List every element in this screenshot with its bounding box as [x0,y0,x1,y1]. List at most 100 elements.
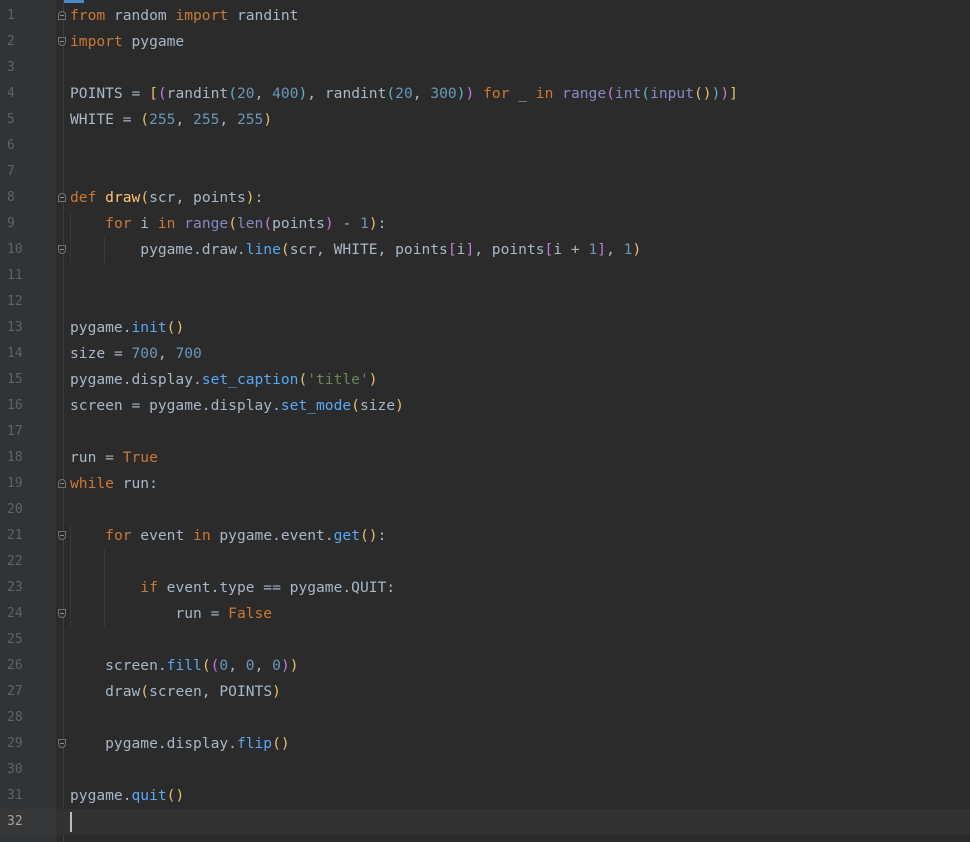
code-text[interactable]: pygame.quit() [70,783,184,809]
code-text[interactable]: run = False [70,601,272,627]
code-line[interactable]: 8 def draw(scr, points): [0,185,970,211]
code-token: ) [395,397,404,414]
code-token: ( [228,85,237,102]
code-line[interactable]: 2 import pygame [0,29,970,55]
code-line[interactable]: 29 pygame.display.flip() [0,731,970,757]
code-token: ) [465,85,475,102]
code-text[interactable]: pygame.draw.line(scr, WHITE, points[i], … [70,237,641,263]
code-line[interactable]: 13 pygame.init() [0,315,970,341]
line-number-cell: 29 [0,731,56,757]
code-token: event.type == pygame.QUIT: [157,579,396,596]
code-line[interactable]: 1 from random import randint [0,3,970,29]
line-number-cell: 17 [0,419,56,445]
code-line[interactable]: 27 draw(screen, POINTS) [0,679,970,705]
line-number-cell: 12 [0,289,56,315]
fold-end-icon[interactable] [58,37,66,46]
code-line[interactable]: 9 for i in range(len(points) - 1): [0,211,970,237]
code-line[interactable]: 12 [0,289,970,315]
code-text[interactable]: for event in pygame.event.get(): [70,523,386,549]
code-line[interactable]: 10 pygame.draw.line(scr, WHITE, points[i… [0,237,970,263]
code-token: ) [298,85,308,102]
line-number: 5 [7,112,15,127]
code-text[interactable]: run = True [70,445,158,471]
code-line[interactable]: 25 [0,627,970,653]
code-line[interactable]: 30 [0,757,970,783]
code-line[interactable]: 7 [0,159,970,185]
line-number-cell: 25 [0,627,56,653]
code-line[interactable]: 11 [0,263,970,289]
code-token: ( [140,189,150,206]
code-text[interactable]: from random import randint [70,3,298,29]
code-text[interactable]: WHITE = (255, 255, 255) [70,107,272,133]
code-text[interactable]: def draw(scr, points): [70,185,263,211]
code-line[interactable]: 23 if event.type == pygame.QUIT: [0,575,970,601]
code-text[interactable]: import pygame [70,29,184,55]
code-token: : [377,215,387,232]
code-line[interactable]: 5 WHITE = (255, 255, 255) [0,107,970,133]
code-line[interactable]: 3 [0,55,970,81]
code-text[interactable]: draw(screen, POINTS) [70,679,281,705]
line-number-cell: 16 [0,393,56,419]
code-line[interactable]: 28 [0,705,970,731]
code-line[interactable]: 20 [0,497,970,523]
line-number-cell: 31 [0,783,56,809]
fold-collapse-icon[interactable] [58,479,66,488]
code-token: () [359,527,378,544]
code-line[interactable]: 15 pygame.display.set_caption('title') [0,367,970,393]
code-token: () [166,319,185,336]
code-text[interactable]: while run: [70,471,158,497]
line-number-cell: 9 [0,211,56,237]
line-number-cell: 2 [0,29,56,55]
code-editor[interactable]: 1 from random import randint 2 import pygam… [0,0,970,842]
code-text[interactable]: pygame.display.flip() [70,731,290,757]
line-number-cell: 1 [0,3,56,29]
line-number: 9 [7,216,15,231]
fold-end-icon[interactable] [58,609,66,618]
code-token: [ [447,241,457,258]
code-text[interactable]: size = 700, 700 [70,341,202,367]
code-token: pygame.event. [210,527,334,544]
code-line[interactable]: 16 screen = pygame.display.set_mode(size) [0,393,970,419]
line-number-cell: 11 [0,263,56,289]
code-line[interactable]: 18 run = True [0,445,970,471]
code-text[interactable]: pygame.display.set_caption('title') [70,367,378,393]
code-token: int [614,85,642,102]
fold-collapse-icon[interactable] [58,11,66,20]
fold-end-icon[interactable] [58,739,66,748]
line-number-cell: 26 [0,653,56,679]
code-token: pygame.draw. [70,241,246,258]
line-number: 29 [7,736,23,751]
code-line[interactable]: 24 run = False [0,601,970,627]
fold-collapse-icon[interactable] [58,193,66,202]
code-line[interactable]: 14 size = 700, 700 [0,341,970,367]
code-text[interactable]: for i in range(len(points) - 1): [70,211,386,237]
code-line[interactable]: 32 [0,809,970,835]
line-number-cell: 32 [0,809,56,835]
code-token: scr, WHITE, points [289,241,448,258]
code-text[interactable]: screen = pygame.display.set_mode(size) [70,393,404,419]
fold-end-icon[interactable] [58,245,66,254]
fold-end-icon[interactable] [58,531,66,540]
code-token: ( [280,241,290,258]
code-line[interactable]: 17 [0,419,970,445]
code-token: False [228,605,273,622]
code-line[interactable]: 26 screen.fill((0, 0, 0)) [0,653,970,679]
code-text[interactable]: if event.type == pygame.QUIT: [70,575,395,601]
code-line[interactable]: 19 while run: [0,471,970,497]
code-line[interactable]: 31 pygame.quit() [0,783,970,809]
code-text[interactable]: pygame.init() [70,315,184,341]
indent-guide [70,549,71,575]
line-number-cell: 21 [0,523,56,549]
code-line[interactable]: 4 POINTS = [(randint(20, 400), randint(20… [0,81,970,107]
code-line[interactable]: 21 for event in pygame.event.get(): [0,523,970,549]
code-line[interactable]: 22 [0,549,970,575]
line-number: 7 [7,164,15,179]
code-text[interactable]: POINTS = [(randint(20, 400), randint(20,… [70,81,738,107]
code-token: screen, POINTS [149,683,273,700]
code-token: fill [166,657,202,674]
code-line[interactable]: 6 [0,133,970,159]
code-text[interactable]: screen.fill((0, 0, 0)) [70,653,298,679]
